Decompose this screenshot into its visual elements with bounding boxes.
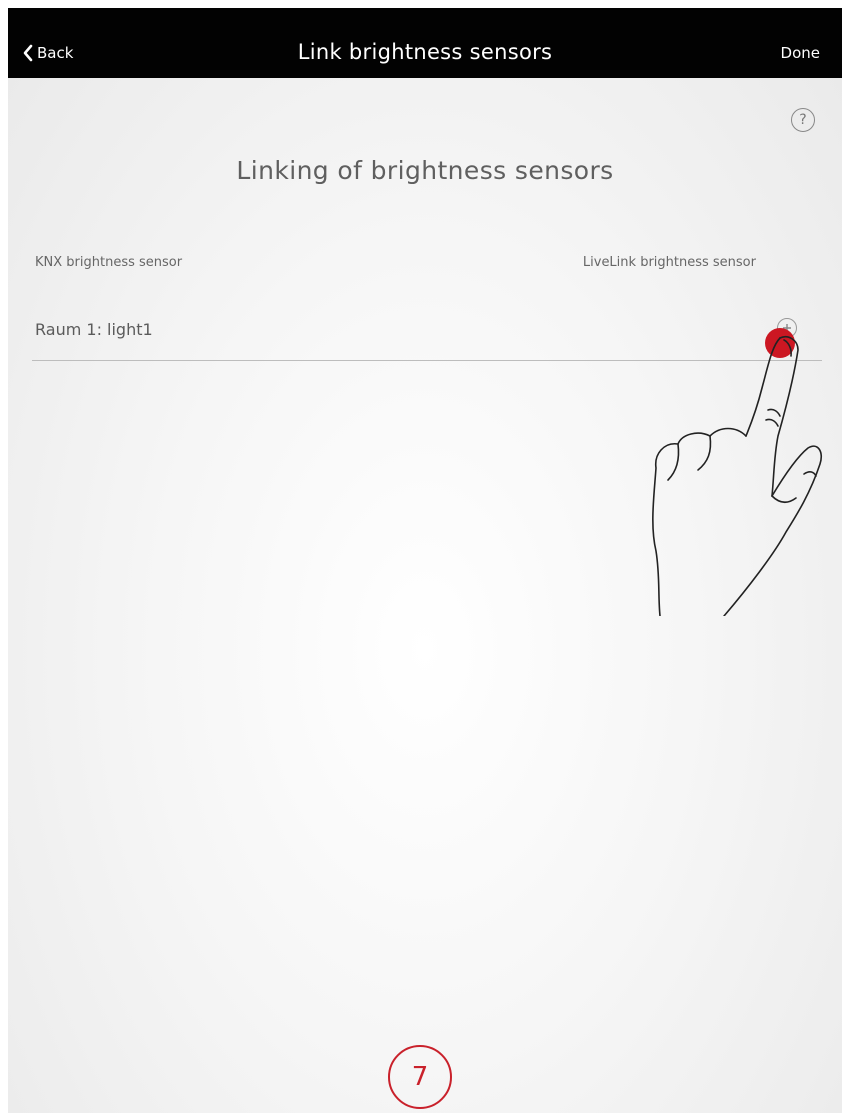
- back-button[interactable]: Back: [22, 41, 73, 65]
- step-number-badge: 7: [388, 1045, 452, 1109]
- sensor-row-label: Raum 1: light1: [35, 320, 153, 339]
- column-header-knx: KNX brightness sensor: [35, 255, 183, 270]
- page-heading: Linking of brightness sensors: [236, 156, 614, 185]
- question-circle-icon[interactable]: ?: [791, 108, 815, 132]
- done-button[interactable]: Done: [781, 44, 820, 62]
- nav-title: Link brightness sensors: [297, 40, 553, 64]
- pointing-hand-icon: [652, 335, 823, 616]
- app-screen: Back Link brightness sensors Done ? Link…: [8, 8, 842, 1113]
- column-header-livelink: LiveLink brightness sensor: [582, 255, 756, 270]
- back-label: Back: [37, 44, 74, 62]
- navigation-bar: Back Link brightness sensors Done: [8, 8, 842, 78]
- chevron-left-icon: [23, 44, 33, 62]
